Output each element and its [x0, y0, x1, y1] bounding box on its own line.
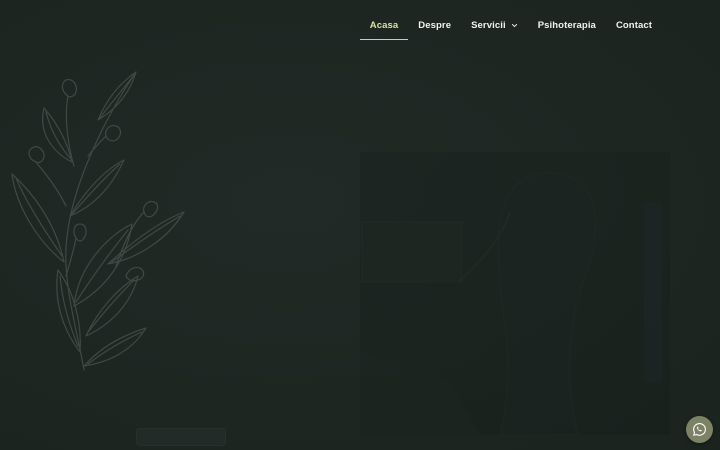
nav-item-label: Psihoterapia: [537, 20, 596, 31]
hero-photo: [360, 152, 670, 435]
nav-item-label: Despre: [418, 20, 452, 31]
leaf-branch-illustration: [11, 71, 185, 371]
active-underline: [359, 39, 409, 40]
hero-cta-button[interactable]: [136, 428, 226, 446]
nav-item-label: Contact: [615, 20, 652, 31]
page: Acasa Despre Servicii Psihoterapia Conta…: [0, 0, 720, 450]
nav-item-label: Acasa: [369, 20, 399, 31]
nav-item-despre[interactable]: Despre: [408, 14, 461, 40]
nav-item-acasa[interactable]: Acasa: [359, 14, 409, 40]
whatsapp-chat-button[interactable]: [686, 416, 713, 443]
nav-item-label: Servicii: [471, 20, 506, 31]
nav-item-contact[interactable]: Contact: [606, 14, 662, 40]
whatsapp-icon: [693, 423, 706, 436]
nav-item-servicii[interactable]: Servicii: [461, 14, 528, 40]
main-navigation: Acasa Despre Servicii Psihoterapia Conta…: [0, 0, 720, 54]
nav-menu: Acasa Despre Servicii Psihoterapia Conta…: [359, 14, 662, 40]
nav-item-psihoterapia[interactable]: Psihoterapia: [528, 14, 606, 40]
chevron-down-icon: [511, 23, 517, 28]
